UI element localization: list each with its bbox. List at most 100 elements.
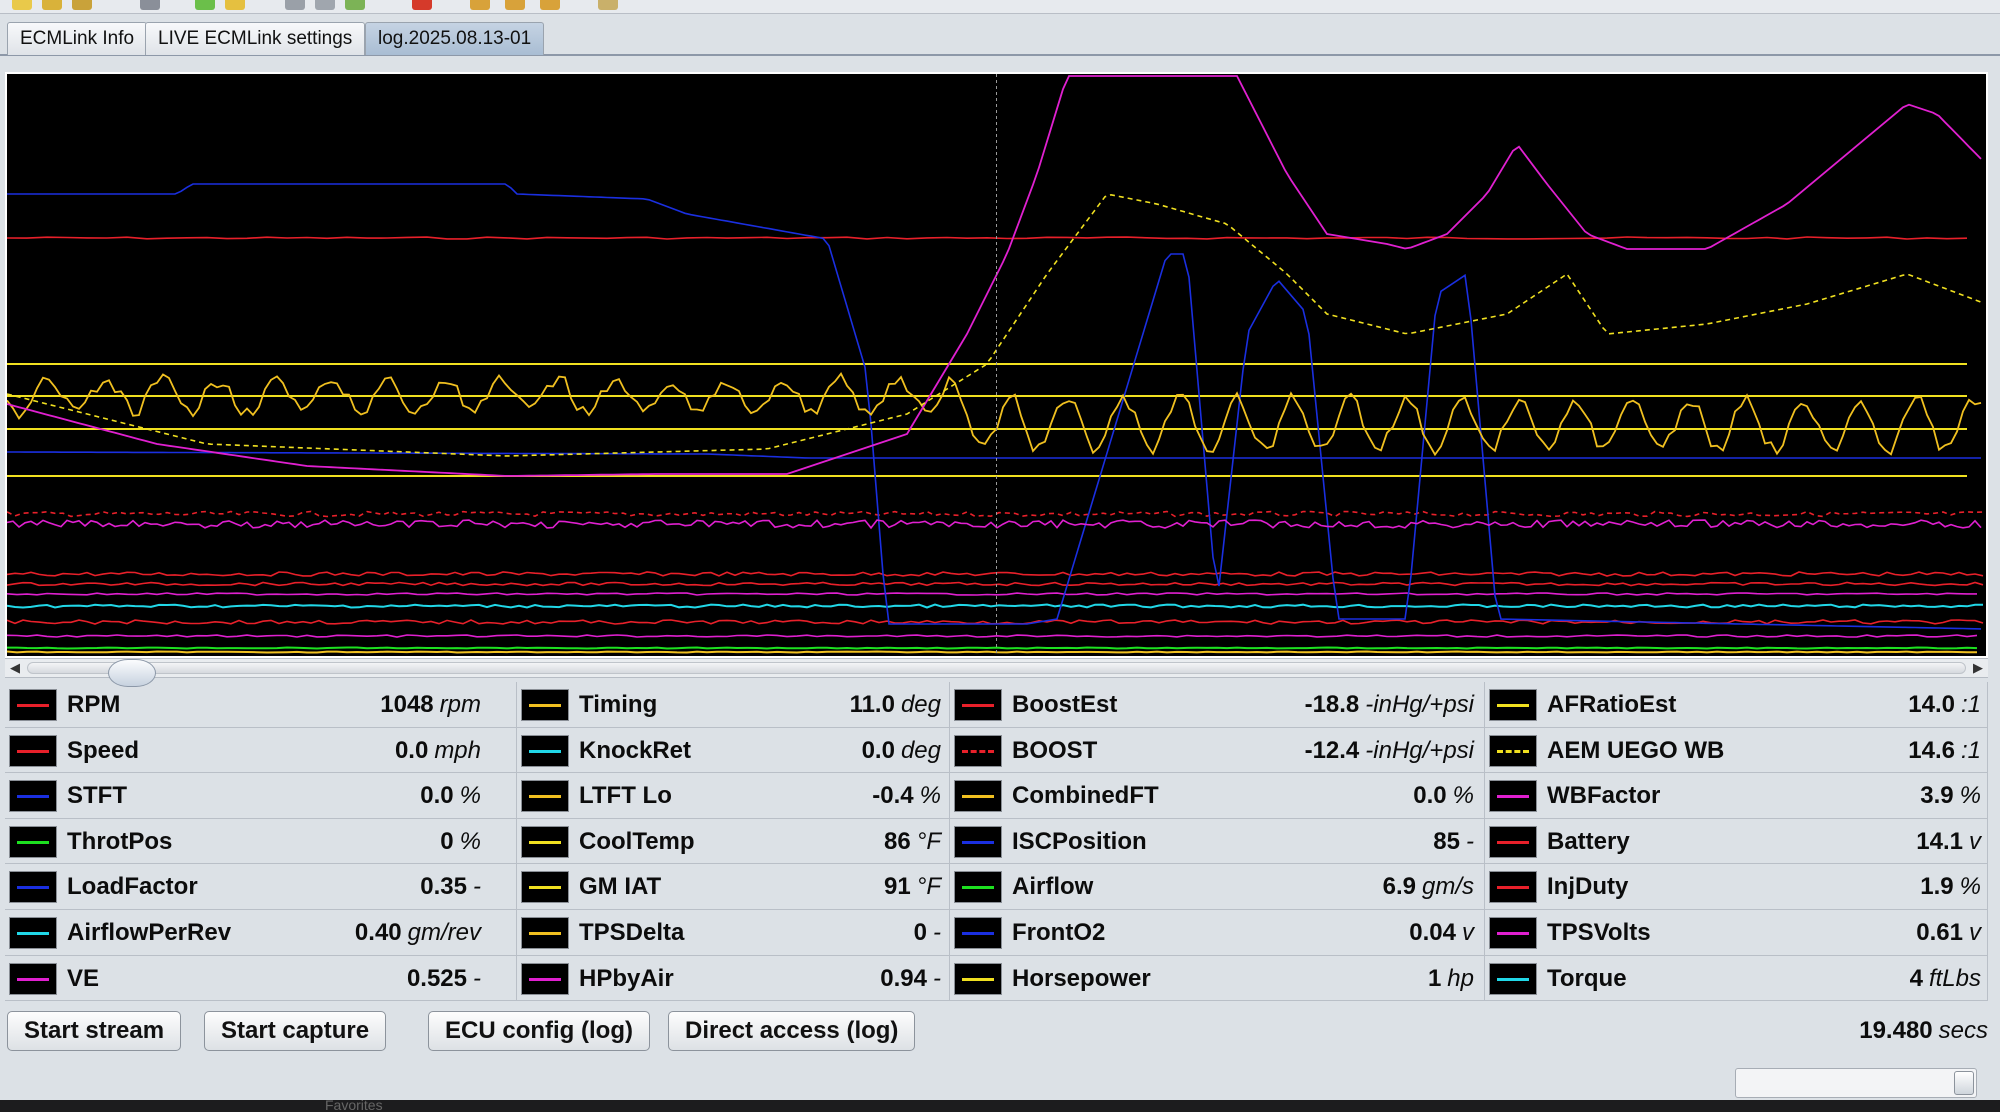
param-value: 0.0% bbox=[1413, 773, 1474, 818]
log-chart[interactable] bbox=[5, 72, 1988, 658]
color-swatch[interactable] bbox=[954, 825, 1002, 858]
param-value-unit: -inHg/+psi bbox=[1365, 691, 1474, 718]
param-combinedft[interactable]: CombinedFT 0.0% bbox=[950, 773, 1485, 819]
color-swatch[interactable] bbox=[9, 689, 57, 721]
param-loadfactor[interactable]: LoadFactor 0.35- bbox=[5, 864, 517, 910]
color-swatch[interactable] bbox=[521, 734, 569, 767]
timeline-track[interactable] bbox=[27, 659, 1966, 687]
color-swatch-line bbox=[1497, 795, 1529, 799]
ecu-config-button[interactable]: ECU config (log) bbox=[428, 1011, 650, 1051]
export-icon[interactable] bbox=[225, 0, 245, 10]
import-icon[interactable] bbox=[195, 0, 215, 10]
color-swatch[interactable] bbox=[1489, 780, 1537, 813]
color-swatch[interactable] bbox=[521, 962, 569, 995]
check-icon[interactable] bbox=[345, 0, 365, 10]
param-rpm[interactable]: RPM 1048 rpm bbox=[5, 682, 517, 728]
color-swatch[interactable] bbox=[1489, 734, 1537, 767]
param-torque[interactable]: Torque 4 ftLbs bbox=[1485, 955, 1988, 1002]
color-swatch[interactable] bbox=[1489, 962, 1537, 995]
param-battery[interactable]: Battery 14.1 v bbox=[1485, 818, 1988, 865]
param-airflowperrev[interactable]: AirflowPerRev 0.40 gm/rev bbox=[5, 910, 517, 956]
param-injduty[interactable]: InjDuty 1.9% bbox=[1485, 864, 1988, 910]
tool-icon[interactable] bbox=[140, 0, 160, 10]
param-ve[interactable]: VE 0.525- bbox=[5, 955, 517, 1002]
color-swatch[interactable] bbox=[954, 962, 1002, 995]
save-icon[interactable] bbox=[72, 0, 92, 10]
trace-airflowperrev bbox=[7, 603, 1983, 609]
param-boost[interactable]: BOOST -12.4 -inHg/+psi bbox=[950, 727, 1485, 774]
param-ltft-lo[interactable]: LTFT Lo -0.4% bbox=[517, 773, 950, 819]
color-swatch-line bbox=[962, 704, 994, 707]
color-swatch[interactable] bbox=[1489, 825, 1537, 858]
start-capture-button[interactable]: Start capture bbox=[204, 1011, 387, 1051]
param-timing[interactable]: Timing 11.0 deg bbox=[517, 682, 950, 728]
color-swatch[interactable] bbox=[954, 689, 1002, 721]
color-swatch[interactable] bbox=[521, 780, 569, 813]
color-swatch[interactable] bbox=[521, 825, 569, 858]
param-tpsvolts[interactable]: TPSVolts 0.61 v bbox=[1485, 910, 1988, 956]
zoom-out-icon[interactable] bbox=[505, 0, 525, 10]
param-value: -18.8 -inHg/+psi bbox=[1305, 682, 1474, 727]
log-chart-canvas[interactable] bbox=[7, 74, 1986, 656]
color-swatch[interactable] bbox=[9, 734, 57, 767]
scroll-left-icon[interactable]: ◀ bbox=[5, 659, 25, 677]
color-swatch[interactable] bbox=[1489, 871, 1537, 904]
tab-log-file[interactable]: log.2025.08.13-01 bbox=[365, 22, 545, 55]
color-swatch[interactable] bbox=[9, 780, 57, 813]
start-stream-button[interactable]: Start stream bbox=[7, 1011, 182, 1051]
close-icon[interactable] bbox=[412, 0, 432, 10]
param-boostest[interactable]: BoostEst -18.8 -inHg/+psi bbox=[950, 682, 1485, 728]
param-cooltemp[interactable]: CoolTemp 86 °F bbox=[517, 818, 950, 865]
color-swatch[interactable] bbox=[954, 780, 1002, 813]
param-value-number: 4 bbox=[1909, 964, 1923, 992]
param-aem-uego-wb[interactable]: AEM UEGO WB 14.6:1 bbox=[1485, 727, 1988, 774]
zoom-slider-knob[interactable] bbox=[1954, 1071, 1974, 1095]
param-fronto2[interactable]: FrontO2 0.04 v bbox=[950, 910, 1485, 956]
zoom-in-icon[interactable] bbox=[470, 0, 490, 10]
settings-icon[interactable] bbox=[285, 0, 305, 10]
param-speed[interactable]: Speed 0.0 mph bbox=[5, 727, 517, 774]
direct-access-button[interactable]: Direct access (log) bbox=[668, 1011, 916, 1051]
color-swatch[interactable] bbox=[9, 962, 57, 995]
zoom-slider[interactable] bbox=[1735, 1068, 1977, 1098]
param-tpsdelta[interactable]: TPSDelta 0- bbox=[517, 910, 950, 956]
color-swatch[interactable] bbox=[521, 689, 569, 721]
color-swatch[interactable] bbox=[954, 734, 1002, 767]
color-swatch[interactable] bbox=[1489, 689, 1537, 721]
param-knockret[interactable]: KnockRet 0.0 deg bbox=[517, 727, 950, 774]
color-swatch[interactable] bbox=[9, 917, 57, 949]
param-throtpos[interactable]: ThrotPos 0% bbox=[5, 818, 517, 865]
tab-live-ecmlink-settings[interactable]: LIVE ECMLink settings bbox=[145, 22, 366, 55]
param-stft[interactable]: STFT 0.0% bbox=[5, 773, 517, 819]
color-swatch[interactable] bbox=[9, 825, 57, 858]
param-wbfactor[interactable]: WBFactor 3.9% bbox=[1485, 773, 1988, 819]
param-name: InjDuty bbox=[1547, 873, 1629, 901]
scroll-right-icon[interactable]: ▶ bbox=[1968, 659, 1988, 677]
param-value-number: 1 bbox=[1427, 964, 1442, 992]
param-name: CoolTemp bbox=[579, 827, 695, 855]
param-iscposition[interactable]: ISCPosition 85- bbox=[950, 818, 1485, 865]
color-swatch[interactable] bbox=[954, 871, 1002, 904]
open-folder-icon[interactable] bbox=[12, 0, 32, 10]
param-name: Airflow bbox=[1012, 873, 1094, 901]
param-afratioest[interactable]: AFRatioEst 14.0:1 bbox=[1485, 682, 1988, 728]
param-gm-iat[interactable]: GM IAT 91 °F bbox=[517, 864, 950, 910]
print-icon[interactable] bbox=[598, 0, 618, 10]
color-swatch[interactable] bbox=[521, 917, 569, 949]
param-name: AFRatioEst bbox=[1547, 691, 1677, 718]
param-value-number: 3.9 bbox=[1920, 782, 1954, 810]
timeline-scrollbar[interactable]: ◀ ▶ bbox=[5, 658, 1988, 687]
edit-icon[interactable] bbox=[315, 0, 335, 10]
param-hpbyair[interactable]: HPbyAir 0.94- bbox=[517, 955, 950, 1002]
color-swatch-line bbox=[529, 977, 561, 981]
color-swatch[interactable] bbox=[521, 871, 569, 904]
color-swatch[interactable] bbox=[954, 917, 1002, 949]
param-horsepower[interactable]: Horsepower 1 hp bbox=[950, 955, 1485, 1002]
param-airflow[interactable]: Airflow 6.9 gm/s bbox=[950, 864, 1485, 910]
tab-ecmlink-info[interactable]: ECMLink Info bbox=[7, 22, 148, 55]
color-swatch[interactable] bbox=[1489, 917, 1537, 949]
color-swatch[interactable] bbox=[9, 871, 57, 904]
param-name: KnockRet bbox=[579, 736, 692, 764]
zoom-fit-icon[interactable] bbox=[540, 0, 560, 10]
folder-icon[interactable] bbox=[42, 0, 62, 10]
